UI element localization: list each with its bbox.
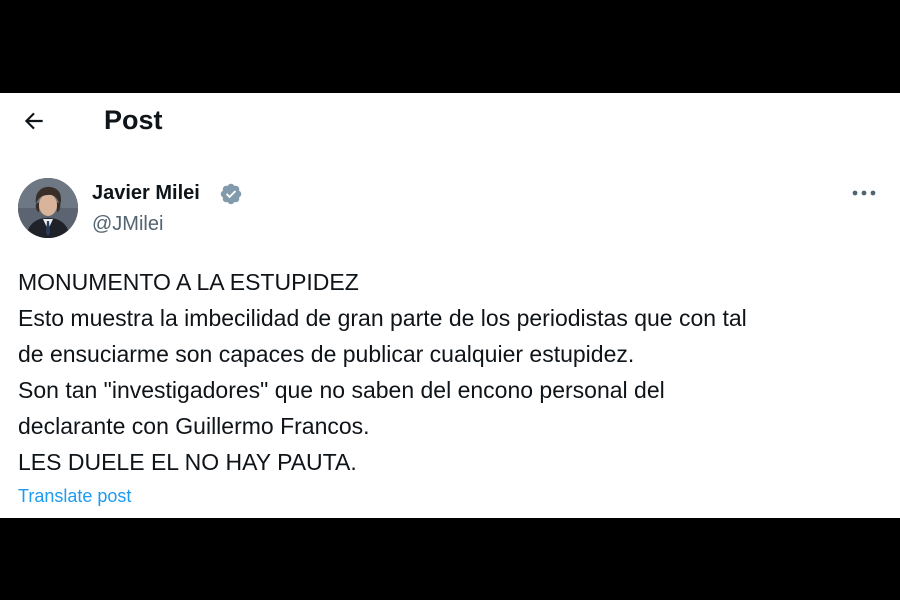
translate-post-link[interactable]: Translate post [18,484,131,508]
letterbox-bottom [0,518,900,600]
post-text-line: LES DUELE EL NO HAY PAUTA. [18,449,357,475]
more-horizontal-icon [852,190,876,196]
post-text-line: Esto muestra la imbecilidad de gran part… [18,305,747,331]
post-text-line: declarante con Guillermo Francos. [18,413,370,439]
post-text-line: MONUMENTO A LA ESTUPIDEZ [18,269,359,295]
page-title: Post [104,105,163,135]
letterbox-top [0,0,900,93]
author-name[interactable]: Javier Milei [92,181,200,205]
more-options-button[interactable] [846,181,882,205]
post-text: MONUMENTO A LA ESTUPIDEZ Esto muestra la… [18,264,888,480]
post-text-line: de ensuciarme son capaces de publicar cu… [18,341,635,367]
arrow-left-icon [24,112,43,130]
avatar-image [18,178,78,238]
author-handle[interactable]: @JMilei [92,212,163,236]
post-header: Post [0,93,900,145]
verified-badge-icon [220,183,242,205]
back-button[interactable] [14,101,54,141]
post-panel: Post Javier Milei @JMilei MONUMENTO A LA… [0,93,900,518]
avatar[interactable] [18,178,78,238]
post-text-line: Son tan "investigadores" que no saben de… [18,377,665,403]
